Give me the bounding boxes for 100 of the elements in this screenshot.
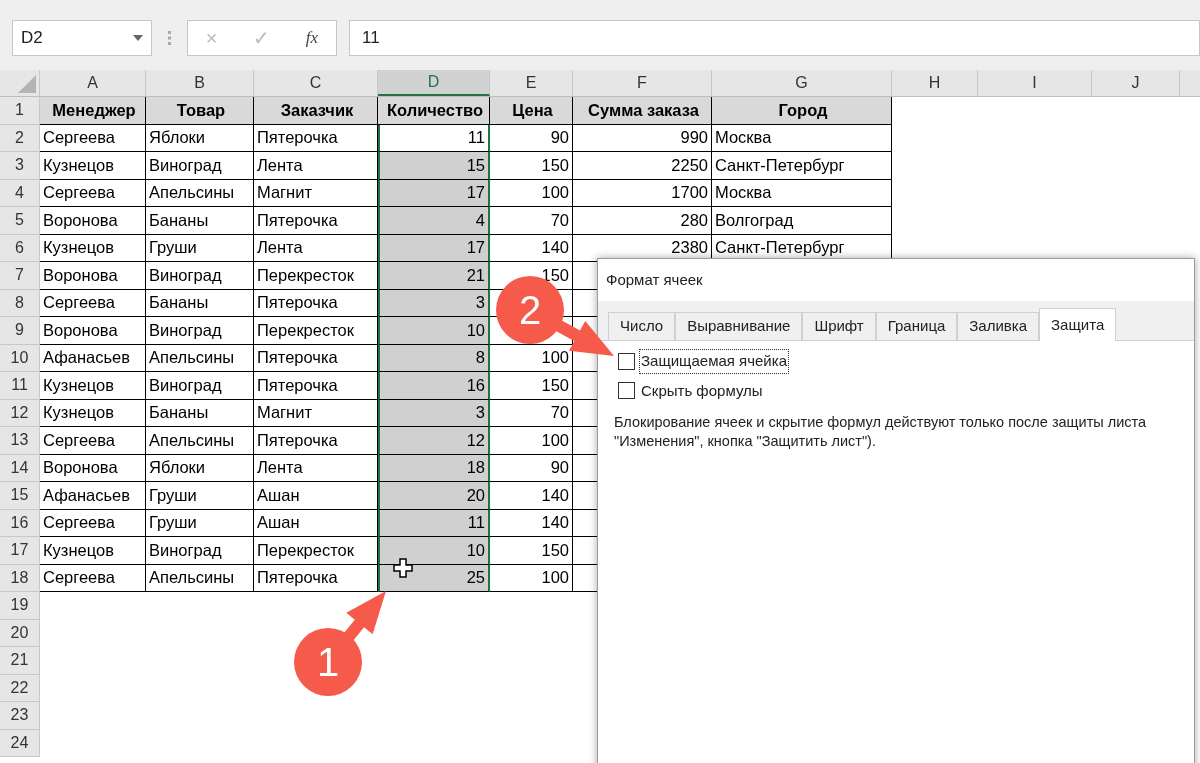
note-text: "Изменения", кнопка "Защитить лист").: [614, 432, 877, 451]
table-cell: 16: [378, 372, 490, 400]
row-header[interactable]: 10: [0, 344, 40, 372]
row-header[interactable]: 7: [0, 262, 40, 290]
table-cell: 12: [378, 427, 490, 455]
table-cell: Воронова: [40, 317, 146, 345]
table-cell: 280: [573, 207, 712, 235]
table-cell: Воронова: [40, 207, 146, 235]
table-cell: Виноград: [146, 262, 254, 290]
insert-function-button[interactable]: fx: [305, 25, 319, 51]
table-cell: Город: [712, 97, 892, 125]
table-cell: Заказчик: [254, 97, 378, 125]
table-cell: Апельсины: [146, 344, 254, 372]
column-header[interactable]: E: [490, 70, 573, 96]
row-header[interactable]: 23: [0, 702, 40, 730]
table-cell: 90: [490, 454, 573, 482]
table-cell: Апельсины: [146, 564, 254, 592]
row-header[interactable]: 18: [0, 564, 40, 592]
column-header[interactable]: G: [712, 70, 892, 96]
row-header[interactable]: 8: [0, 289, 40, 317]
table-cell: 3: [378, 399, 490, 427]
table-cell: Афанасьев: [40, 344, 146, 372]
row-header[interactable]: 2: [0, 124, 40, 152]
row-header[interactable]: 21: [0, 647, 40, 675]
table-cell: Кузнецов: [40, 234, 146, 262]
table-cell: 10: [378, 317, 490, 345]
column-header[interactable]: H: [892, 70, 978, 96]
table-cell: Сергеева: [40, 289, 146, 317]
table-cell: Москва: [712, 124, 892, 152]
table-cell: Бананы: [146, 399, 254, 427]
table-cell: 3: [378, 289, 490, 317]
table-cell: 4: [378, 207, 490, 235]
table-cell: Груши: [146, 482, 254, 510]
table-cell: Апельсины: [146, 179, 254, 207]
row-header[interactable]: 17: [0, 537, 40, 565]
table-cell: Воронова: [40, 262, 146, 290]
tab[interactable]: Выравнивание: [675, 312, 803, 340]
table-cell: 11: [378, 124, 490, 152]
row-header[interactable]: 11: [0, 372, 40, 400]
table-cell: Яблоки: [146, 124, 254, 152]
column-header[interactable]: B: [146, 70, 254, 96]
row-header[interactable]: 14: [0, 454, 40, 482]
table-cell: Виноград: [146, 537, 254, 565]
table-cell: Сергеева: [40, 564, 146, 592]
table-cell: 18: [378, 454, 490, 482]
table-cell: Товар: [146, 97, 254, 125]
row-header[interactable]: 16: [0, 509, 40, 537]
tab[interactable]: Заливка: [957, 312, 1040, 340]
table-cell: Москва: [712, 179, 892, 207]
checkbox[interactable]: [618, 382, 635, 400]
table-cell: 140: [490, 482, 573, 510]
table-cell: 17: [378, 234, 490, 262]
table-cell: 140: [490, 234, 573, 262]
column-header[interactable]: J: [1092, 70, 1180, 96]
column-header[interactable]: D: [378, 70, 490, 96]
table-cell: Цена: [490, 97, 573, 125]
row-header[interactable]: 19: [0, 592, 40, 620]
table-cell: Кузнецов: [40, 537, 146, 565]
tab[interactable]: Граница: [875, 312, 958, 340]
checkbox[interactable]: [618, 352, 635, 370]
column-header[interactable]: A: [40, 70, 146, 96]
table-cell: Яблоки: [146, 454, 254, 482]
name-box[interactable]: D2: [12, 20, 152, 56]
table-cell: 100: [490, 427, 573, 455]
tab[interactable]: Защита: [1039, 308, 1117, 341]
row-header[interactable]: 12: [0, 399, 40, 427]
row-header[interactable]: 1: [0, 97, 40, 125]
row-header[interactable]: 6: [0, 234, 40, 262]
checkbox-label[interactable]: Скрыть формулы: [639, 378, 765, 403]
row-header[interactable]: 5: [0, 207, 40, 235]
table-cell: Бананы: [146, 289, 254, 317]
table-cell: Сергеева: [40, 179, 146, 207]
table-cell: Сергеева: [40, 427, 146, 455]
row-header[interactable]: 22: [0, 674, 40, 702]
row-header[interactable]: 9: [0, 317, 40, 345]
table-cell: 150: [490, 372, 573, 400]
table-cell: Кузнецов: [40, 152, 146, 180]
dropdown-icon[interactable]: [133, 35, 143, 41]
tab[interactable]: Число: [608, 312, 676, 340]
row-header[interactable]: 15: [0, 482, 40, 510]
table-cell: Виноград: [146, 317, 254, 345]
callout-badge: 1: [294, 591, 386, 696]
column-header[interactable]: F: [573, 70, 712, 96]
table-cell: 15: [378, 152, 490, 180]
grip-icon: [168, 31, 171, 45]
row-header[interactable]: 20: [0, 619, 40, 647]
row-header[interactable]: 4: [0, 179, 40, 207]
table-cell: 11: [378, 509, 490, 537]
table-cell: Сергеева: [40, 124, 146, 152]
row-header[interactable]: 13: [0, 427, 40, 455]
table-cell: 20: [378, 482, 490, 510]
table-cell: 150: [490, 152, 573, 180]
tab[interactable]: Шрифт: [802, 312, 876, 340]
row-header[interactable]: 24: [0, 729, 40, 757]
table-cell: Менеджер: [40, 97, 146, 125]
table-cell: 2250: [573, 152, 712, 180]
formula-field[interactable]: 11: [349, 20, 1200, 56]
checkbox-label[interactable]: Защищаемая ячейка: [639, 349, 789, 374]
column-header[interactable]: I: [978, 70, 1092, 96]
row-header[interactable]: 3: [0, 152, 40, 180]
